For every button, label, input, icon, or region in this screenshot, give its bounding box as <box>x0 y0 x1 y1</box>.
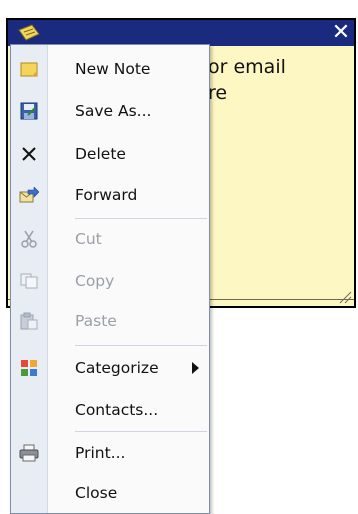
printer-icon <box>19 444 39 462</box>
menu-item-label: Contacts... <box>75 401 159 419</box>
close-icon[interactable]: ✕ <box>328 20 354 46</box>
menu-item-label: Close <box>75 484 118 502</box>
note-text-line: or email <box>208 56 286 78</box>
note-text-line: re <box>208 82 228 104</box>
menu-item-paste[interactable]: Paste <box>11 301 209 341</box>
menu-item-copy[interactable]: Copy <box>11 261 209 301</box>
menu-item-label: Delete <box>75 145 126 163</box>
menu-item-categorize[interactable]: Categorize <box>11 348 209 388</box>
menu-item-print[interactable]: Print... <box>11 433 209 473</box>
resize-grip-icon[interactable] <box>336 288 352 304</box>
forward-icon <box>19 186 39 204</box>
scissors-icon <box>19 230 39 248</box>
paste-icon <box>19 312 39 330</box>
menu-item-close[interactable]: Close <box>11 473 209 513</box>
note-icon[interactable] <box>16 24 42 42</box>
save-as-icon <box>19 102 39 120</box>
menu-item-label: Cut <box>75 230 102 248</box>
menu-item-forward[interactable]: Forward <box>11 175 209 215</box>
menu-item-label: Categorize <box>75 359 159 377</box>
menu-item-delete[interactable]: Delete <box>11 134 209 174</box>
note-titlebar[interactable]: ✕ <box>8 20 354 46</box>
menu-separator <box>75 345 207 346</box>
menu-item-label: Print... <box>75 444 126 462</box>
menu-item-label: Save As... <box>75 102 152 120</box>
categorize-icon <box>19 359 39 377</box>
copy-icon <box>19 272 39 290</box>
submenu-arrow-icon <box>192 362 199 374</box>
menu-item-cut[interactable]: Cut <box>11 219 209 259</box>
delete-icon <box>19 145 39 163</box>
menu-separator <box>75 431 207 432</box>
menu-item-contacts[interactable]: Contacts... <box>11 390 209 430</box>
menu-item-label: Copy <box>75 272 115 290</box>
menu-item-label: New Note <box>75 60 151 78</box>
menu-item-label: Forward <box>75 186 138 204</box>
menu-item-new-note[interactable]: New Note <box>11 49 209 89</box>
menu-item-label: Paste <box>75 312 117 330</box>
menu-item-save-as[interactable]: Save As... <box>11 91 209 131</box>
note-text[interactable]: or email re <box>208 54 286 106</box>
new-note-icon <box>19 60 39 78</box>
note-context-menu: New Note Save As... Delete Forward Cut C… <box>10 44 210 514</box>
